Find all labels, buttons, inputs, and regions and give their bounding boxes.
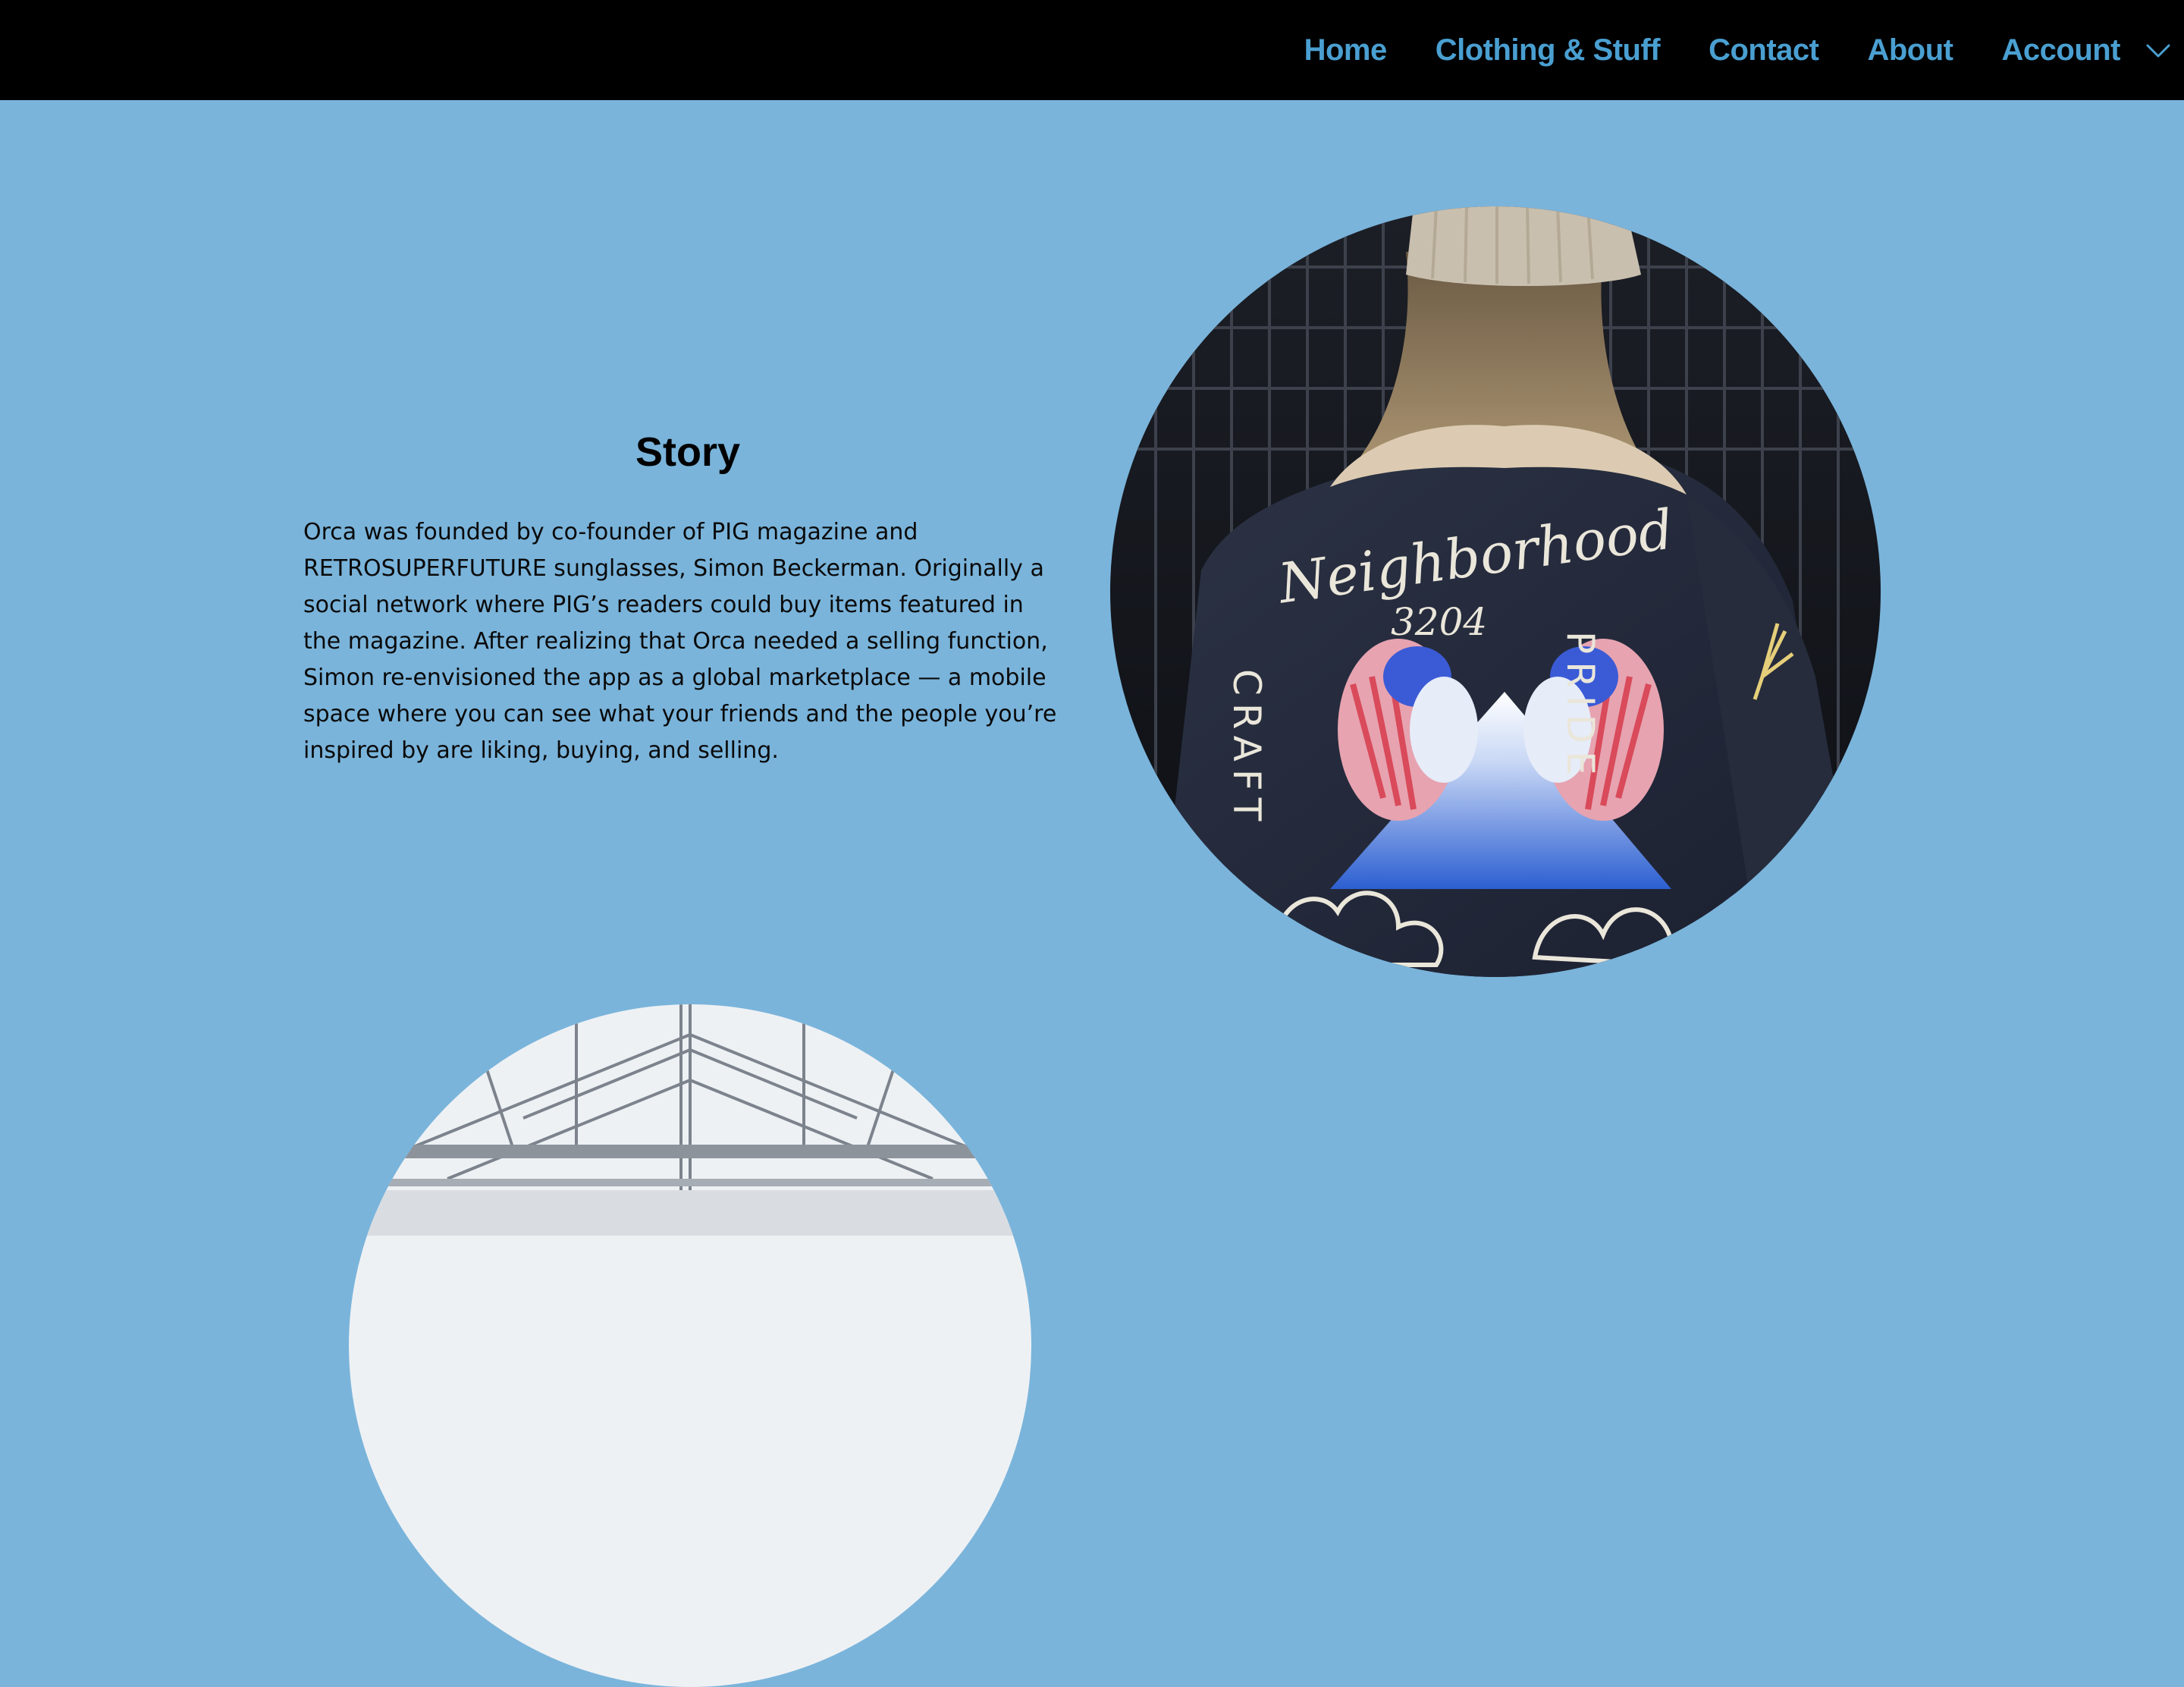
nav-account-label: Account — [2001, 33, 2121, 67]
greenhouse-photo — [349, 1004, 1031, 1687]
jacket-number-text: 3204 — [1391, 600, 1487, 644]
main-nav: Home Clothing & Stuff Contact About Acco… — [1304, 0, 2184, 100]
nav-contact-link[interactable]: Contact — [1709, 33, 1819, 68]
jacket-photo: Neighborhood 3204 CRAFT PRIDE — [1110, 206, 1881, 977]
jacket-left-text: CRAFT — [1225, 669, 1269, 828]
top-navigation-bar: Home Clothing & Stuff Contact About Acco… — [0, 0, 2184, 100]
story-heading: Story — [635, 429, 741, 475]
nav-home-link[interactable]: Home — [1304, 33, 1388, 68]
jacket-right-text: PRIDE — [1558, 631, 1602, 783]
nav-account-menu[interactable]: Account — [2002, 33, 2174, 68]
story-paragraph: Orca was founded by co-founder of PIG ma… — [303, 519, 1057, 764]
chevron-down-icon[interactable] — [2143, 35, 2173, 65]
nav-about-link[interactable]: About — [1867, 33, 1953, 68]
nav-clothing-link[interactable]: Clothing & Stuff — [1436, 33, 1661, 68]
